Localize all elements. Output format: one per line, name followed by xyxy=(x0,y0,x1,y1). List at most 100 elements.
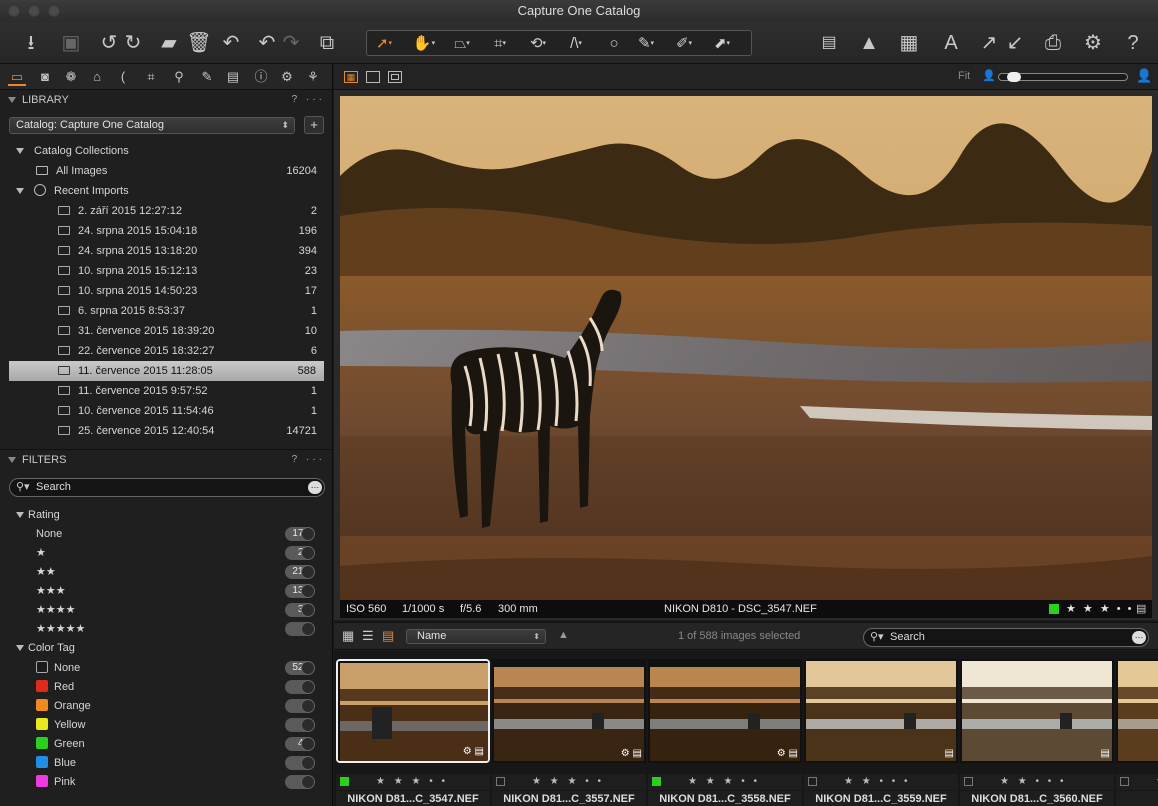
toggle-icon[interactable] xyxy=(301,680,315,694)
toggle-icon[interactable] xyxy=(301,718,315,732)
batch-tab-icon[interactable]: ⚘ xyxy=(304,68,322,86)
import-item[interactable]: 10. července 2015 11:54:46 1 xyxy=(0,401,333,421)
adjustments-tab-icon[interactable]: ✎ xyxy=(198,68,216,86)
toggle-icon[interactable] xyxy=(301,756,315,770)
thumbnail-rating[interactable]: ★ ★ • • • xyxy=(844,774,911,790)
rating-stars[interactable]: ★ ★ ★ • • xyxy=(1066,600,1134,618)
sort-direction-icon[interactable]: ▲ xyxy=(558,629,569,641)
thumbnail[interactable]: ⚙ ▤ xyxy=(336,659,490,763)
settings-icon[interactable]: ⚙ xyxy=(1080,30,1106,56)
toggle-icon[interactable] xyxy=(301,546,315,560)
info-menu-icon[interactable]: ▤ xyxy=(1136,600,1146,618)
thumbnail-color-tag[interactable] xyxy=(964,777,973,786)
import-item[interactable]: 10. srpna 2015 14:50:23 17 xyxy=(0,281,333,301)
import-item[interactable]: 10. srpna 2015 15:12:13 23 xyxy=(0,261,333,281)
rating-filter-item[interactable]: ★27 xyxy=(0,543,333,563)
proof-in-icon[interactable]: ↙ xyxy=(1002,30,1028,56)
text-icon[interactable]: A xyxy=(938,30,964,56)
color-tag-header[interactable]: Color Tag xyxy=(0,638,333,658)
undo-history-icon[interactable]: ↶ xyxy=(218,30,244,56)
brush-icon[interactable]: ✎▾ xyxy=(631,33,661,55)
camera-icon[interactable]: ▣ xyxy=(58,30,84,56)
grid-view-icon[interactable]: ▦ xyxy=(342,628,354,644)
redo-icon[interactable]: ↷ xyxy=(278,30,304,56)
toggle-icon[interactable] xyxy=(301,584,315,598)
library-header[interactable]: LIBRARY ? ··· xyxy=(0,90,333,110)
annotate-arrow-icon[interactable]: ⬈▾ xyxy=(707,33,737,55)
rating-filter-item[interactable]: ★★★★30 xyxy=(0,600,333,620)
toggle-icon[interactable] xyxy=(301,737,315,751)
sort-select[interactable]: Name ⬍ xyxy=(406,629,546,644)
single-view-icon[interactable] xyxy=(366,71,380,83)
overlay-grid-icon[interactable]: ▦ xyxy=(896,30,922,56)
import-item[interactable]: 11. července 2015 11:28:05 588 xyxy=(9,361,324,381)
toggle-icon[interactable] xyxy=(301,603,315,617)
keystone-icon[interactable]: ⏢▾ xyxy=(447,33,477,55)
rotate-left-icon[interactable]: ↺ xyxy=(96,30,122,56)
import-item[interactable]: 22. července 2015 18:32:27 6 xyxy=(0,341,333,361)
trash-icon[interactable]: 🗑 xyxy=(186,30,212,56)
color-tag-filter-item[interactable]: Green45 xyxy=(0,734,333,754)
toggle-icon[interactable] xyxy=(301,622,315,636)
toggle-icon[interactable] xyxy=(301,775,315,789)
thumbnail[interactable]: ⚙ ▤ xyxy=(492,659,646,763)
import-icon[interactable]: ⭳ xyxy=(18,30,44,56)
color-tag-filter-item[interactable]: Blue0 xyxy=(0,753,333,773)
thumbnail[interactable]: ▤ xyxy=(804,659,958,763)
filters-header[interactable]: FILTERS ? ··· xyxy=(0,449,333,469)
rating-filter-item[interactable]: ★★★137 xyxy=(0,581,333,601)
fullscreen-view-icon[interactable] xyxy=(388,71,402,83)
settings-tab-icon[interactable]: ⚙ xyxy=(278,68,296,86)
move-to-folder-icon[interactable]: ▰ xyxy=(156,30,182,56)
zoom-window-button[interactable] xyxy=(48,5,60,17)
toggle-icon[interactable] xyxy=(301,527,315,541)
filters-help[interactable]: ? ··· xyxy=(292,450,325,470)
import-item[interactable]: 24. srpna 2015 15:04:18 196 xyxy=(0,221,333,241)
toggle-icon[interactable] xyxy=(301,699,315,713)
import-item[interactable]: 6. srpna 2015 8:53:37 1 xyxy=(0,301,333,321)
thumbnail[interactable] xyxy=(1116,659,1158,763)
toggle-icon[interactable] xyxy=(301,565,315,579)
thumbnail-color-tag[interactable] xyxy=(340,777,349,786)
metadata-tab-icon[interactable]: ⓘ xyxy=(252,68,270,86)
straighten-icon[interactable]: /\▾ xyxy=(561,33,591,55)
import-item[interactable]: 11. července 2015 9:57:52 1 xyxy=(0,381,333,401)
import-item[interactable]: 2. září 2015 12:27:12 2 xyxy=(0,201,333,221)
filters-search-input[interactable]: ⚲▾ Search … xyxy=(9,478,325,497)
warning-icon[interactable]: ▲ xyxy=(856,30,882,56)
thumbnail-color-tag[interactable] xyxy=(496,777,505,786)
circle-mask-icon[interactable]: ○ xyxy=(599,33,629,55)
color-tag-filter-item[interactable]: Orange0 xyxy=(0,696,333,716)
color-tag-filter-item[interactable]: Red1 xyxy=(0,677,333,697)
catalog-select[interactable]: Catalog: Capture One Catalog ⬍ xyxy=(9,117,295,134)
import-item[interactable]: 24. srpna 2015 13:18:20 394 xyxy=(0,241,333,261)
thumbnail-rating[interactable]: ★ ★ ★ • • xyxy=(532,774,604,790)
all-images-item[interactable]: All Images 16204 xyxy=(0,161,333,181)
multi-view-icon[interactable]: ▦ xyxy=(344,71,358,83)
thumbnail-color-tag[interactable] xyxy=(1120,777,1129,786)
list-view-icon[interactable]: ☰ xyxy=(362,628,374,644)
rating-filter-item[interactable]: ★★217 xyxy=(0,562,333,582)
minimize-window-button[interactable] xyxy=(28,5,40,17)
color-tab-icon[interactable]: ❁ xyxy=(62,68,80,86)
crop-tab-icon[interactable]: ⌗ xyxy=(142,68,160,86)
pan-hand-icon[interactable]: ✋▾ xyxy=(409,33,439,55)
exposure-tab-icon[interactable]: ⌂ xyxy=(88,68,106,86)
help-icon[interactable]: ? xyxy=(1120,30,1146,56)
proof-out-icon[interactable]: ↗ xyxy=(976,30,1002,56)
lens-tab-icon[interactable]: ( xyxy=(114,68,132,86)
thumbnail-color-tag[interactable] xyxy=(808,777,817,786)
more-options-icon[interactable]: … xyxy=(308,481,322,494)
print-icon[interactable]: ⎙ xyxy=(1040,30,1066,56)
thumbnail-rating[interactable]: ★ ★ ★ • • xyxy=(376,774,448,790)
output-tab-icon[interactable]: ▤ xyxy=(224,68,242,86)
rating-header[interactable]: Rating xyxy=(0,505,333,525)
toggle-icon[interactable] xyxy=(301,661,315,675)
thumbnail-color-tag[interactable] xyxy=(652,777,661,786)
thumbnail-rating[interactable]: ★ ★ ★ • • xyxy=(688,774,760,790)
color-tag-filter-item[interactable]: Pink0 xyxy=(0,772,333,792)
library-help[interactable]: ? ··· xyxy=(292,90,325,110)
import-item[interactable]: 31. července 2015 18:39:20 10 xyxy=(0,321,333,341)
crop-icon[interactable]: ⌗▾ xyxy=(485,33,515,55)
select-cursor-icon[interactable]: ➚▾ xyxy=(369,33,399,55)
